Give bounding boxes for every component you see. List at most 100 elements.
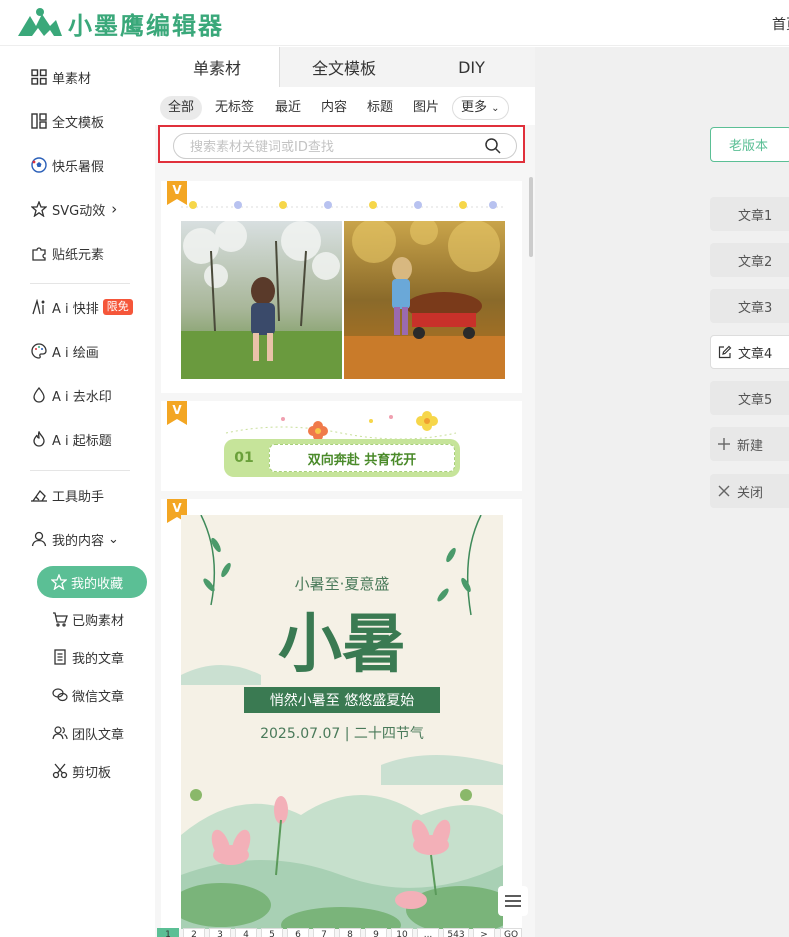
- page-button-9[interactable]: 9: [365, 928, 387, 937]
- search-input[interactable]: [190, 138, 480, 156]
- sidebar-item-my-content[interactable]: 我的内容 ⌄: [30, 528, 119, 550]
- sidebar-item-label: A i 去水印: [52, 389, 112, 405]
- sidebar-item-ai-layout[interactable]: A i 快排 限免: [30, 296, 133, 318]
- sub-item-purchased[interactable]: 已购素材: [52, 609, 124, 629]
- vip-ribbon: V: [167, 401, 187, 425]
- page-button-6[interactable]: 6: [287, 928, 309, 937]
- sub-item-my-articles[interactable]: 我的文章: [52, 647, 124, 667]
- photo-girl-wagon: [344, 221, 505, 379]
- page-button-3[interactable]: 3: [209, 928, 231, 937]
- palette-icon: [30, 342, 48, 360]
- article-tab-3[interactable]: 文章3: [710, 289, 789, 323]
- close-button[interactable]: 关闭: [710, 474, 789, 508]
- filter-untagged[interactable]: 无标签: [207, 96, 262, 120]
- puzzle-icon: [30, 244, 48, 262]
- filter-image[interactable]: 图片: [405, 96, 447, 120]
- sidebar-divider: [30, 283, 130, 284]
- sub-item-label: 我的文章: [72, 651, 125, 667]
- article-tab-4[interactable]: 文章4: [710, 335, 789, 369]
- scissors-icon: [52, 763, 68, 779]
- sidebar-item-ai-paint[interactable]: A i 绘画: [30, 340, 99, 362]
- filter-all[interactable]: 全部: [160, 96, 203, 120]
- title-text: 双向奔赴 共育花开: [269, 444, 455, 472]
- sub-item-label: 剪切板: [72, 765, 112, 781]
- logo[interactable]: 小墨鹰编辑器: [16, 5, 224, 41]
- article-tab-1[interactable]: 文章1: [710, 197, 789, 231]
- page-button-10[interactable]: 10: [391, 928, 413, 937]
- search-highlight: [158, 125, 525, 163]
- title-number: 01: [234, 450, 254, 466]
- photo-girl-running: [181, 221, 342, 379]
- old-version-button[interactable]: 老版本: [710, 127, 789, 162]
- sidebar-item-label: A i 快排: [52, 301, 99, 317]
- team-icon: [52, 725, 68, 741]
- new-article-button[interactable]: 新建: [710, 427, 789, 461]
- search-box: [173, 133, 517, 159]
- sidebar-item-tools[interactable]: 工具助手: [30, 484, 104, 506]
- page-button-2[interactable]: 2: [183, 928, 205, 937]
- sub-item-label: 我的收藏: [71, 576, 124, 592]
- page-next-button[interactable]: >: [473, 928, 495, 937]
- user-icon: [30, 530, 48, 548]
- material-card[interactable]: V 小暑至·夏意盛 小暑 悄然小暑至 悠悠盛夏始 2025.07.07 | 二十…: [161, 499, 522, 929]
- search-icon[interactable]: [484, 137, 502, 155]
- material-card[interactable]: V: [161, 181, 522, 393]
- tab-diy[interactable]: DIY: [408, 47, 535, 87]
- sidebar-item-ai-watermark[interactable]: A i 去水印: [30, 384, 112, 406]
- filter-more-button[interactable]: 更多 ⌄: [452, 96, 509, 120]
- sidebar-item-label: 我的内容: [52, 533, 105, 549]
- left-sidebar: 单素材 全文模板 快乐暑假 SVG动效 › 贴纸元素 A i 快排 限免 A i…: [0, 47, 155, 937]
- sidebar-item-label: 全文模板: [52, 115, 105, 131]
- star-icon: [30, 200, 48, 218]
- star-outline-icon: [51, 574, 67, 590]
- article-tab-5[interactable]: 文章5: [710, 381, 789, 415]
- new-article-label: 新建: [737, 438, 764, 454]
- sidebar-item-label: A i 起标题: [52, 433, 112, 449]
- eagle-logo-icon: [18, 8, 62, 36]
- article-tab-label: 文章4: [738, 346, 773, 362]
- sub-item-label: 微信文章: [72, 689, 125, 705]
- page-button-last[interactable]: 543: [443, 928, 469, 937]
- menu-button[interactable]: [498, 886, 528, 916]
- filter-bar: 全部 无标签 最近 内容 标题 图片 更多 ⌄: [155, 87, 535, 125]
- sub-item-wechat-articles[interactable]: 微信文章: [52, 685, 124, 705]
- nav-home-link[interactable]: 首页: [772, 14, 789, 34]
- ai-icon: [30, 298, 48, 316]
- sidebar-item-label: 工具助手: [52, 489, 105, 505]
- article-tab-2[interactable]: 文章2: [710, 243, 789, 277]
- filter-recent[interactable]: 最近: [267, 96, 309, 120]
- page-button-8[interactable]: 8: [339, 928, 361, 937]
- feed-scrollbar[interactable]: [529, 177, 533, 257]
- tab-full-template[interactable]: 全文模板: [280, 47, 408, 87]
- sub-item-team-articles[interactable]: 团队文章: [52, 723, 124, 743]
- page-button-1[interactable]: 1: [157, 928, 179, 937]
- sidebar-item-ai-title[interactable]: A i 起标题: [30, 428, 112, 450]
- plus-icon: [716, 436, 732, 452]
- sidebar-item-summer[interactable]: 快乐暑假: [30, 154, 104, 176]
- tab-single-material[interactable]: 单素材: [155, 47, 280, 87]
- filter-content[interactable]: 内容: [313, 96, 355, 120]
- sidebar-item-single-material[interactable]: 单素材: [30, 66, 91, 88]
- poster-title: 小暑: [278, 608, 406, 682]
- sub-item-clipboard[interactable]: 剪切板: [52, 761, 111, 781]
- page-button-5[interactable]: 5: [261, 928, 283, 937]
- material-panel: 单素材 全文模板 DIY 全部 无标签 最近 内容 标题 图片 更多 ⌄ V: [155, 47, 535, 937]
- filter-title[interactable]: 标题: [359, 96, 401, 120]
- page-button-7[interactable]: 7: [313, 928, 335, 937]
- sidebar-item-full-template[interactable]: 全文模板: [30, 110, 104, 132]
- page-button-4[interactable]: 4: [235, 928, 257, 937]
- soccer-ball-icon: [30, 156, 48, 174]
- edit-icon: [717, 344, 733, 360]
- poster-banner: 悄然小暑至 悠悠盛夏始: [244, 687, 440, 713]
- sidebar-item-stickers[interactable]: 贴纸元素: [30, 242, 104, 264]
- tools-icon: [30, 486, 48, 504]
- close-label: 关闭: [737, 485, 764, 501]
- material-card[interactable]: V 01 双向奔赴 共育花开: [161, 401, 522, 491]
- top-header: 小墨鹰编辑器 首页: [0, 0, 789, 46]
- sub-item-favorites[interactable]: 我的收藏: [37, 566, 147, 598]
- grid-icon: [30, 68, 48, 86]
- page-go-button[interactable]: GO: [500, 928, 522, 937]
- sidebar-item-svg[interactable]: SVG动效 ›: [30, 198, 117, 220]
- filter-more-label: 更多: [461, 100, 488, 115]
- template-icon: [30, 112, 48, 130]
